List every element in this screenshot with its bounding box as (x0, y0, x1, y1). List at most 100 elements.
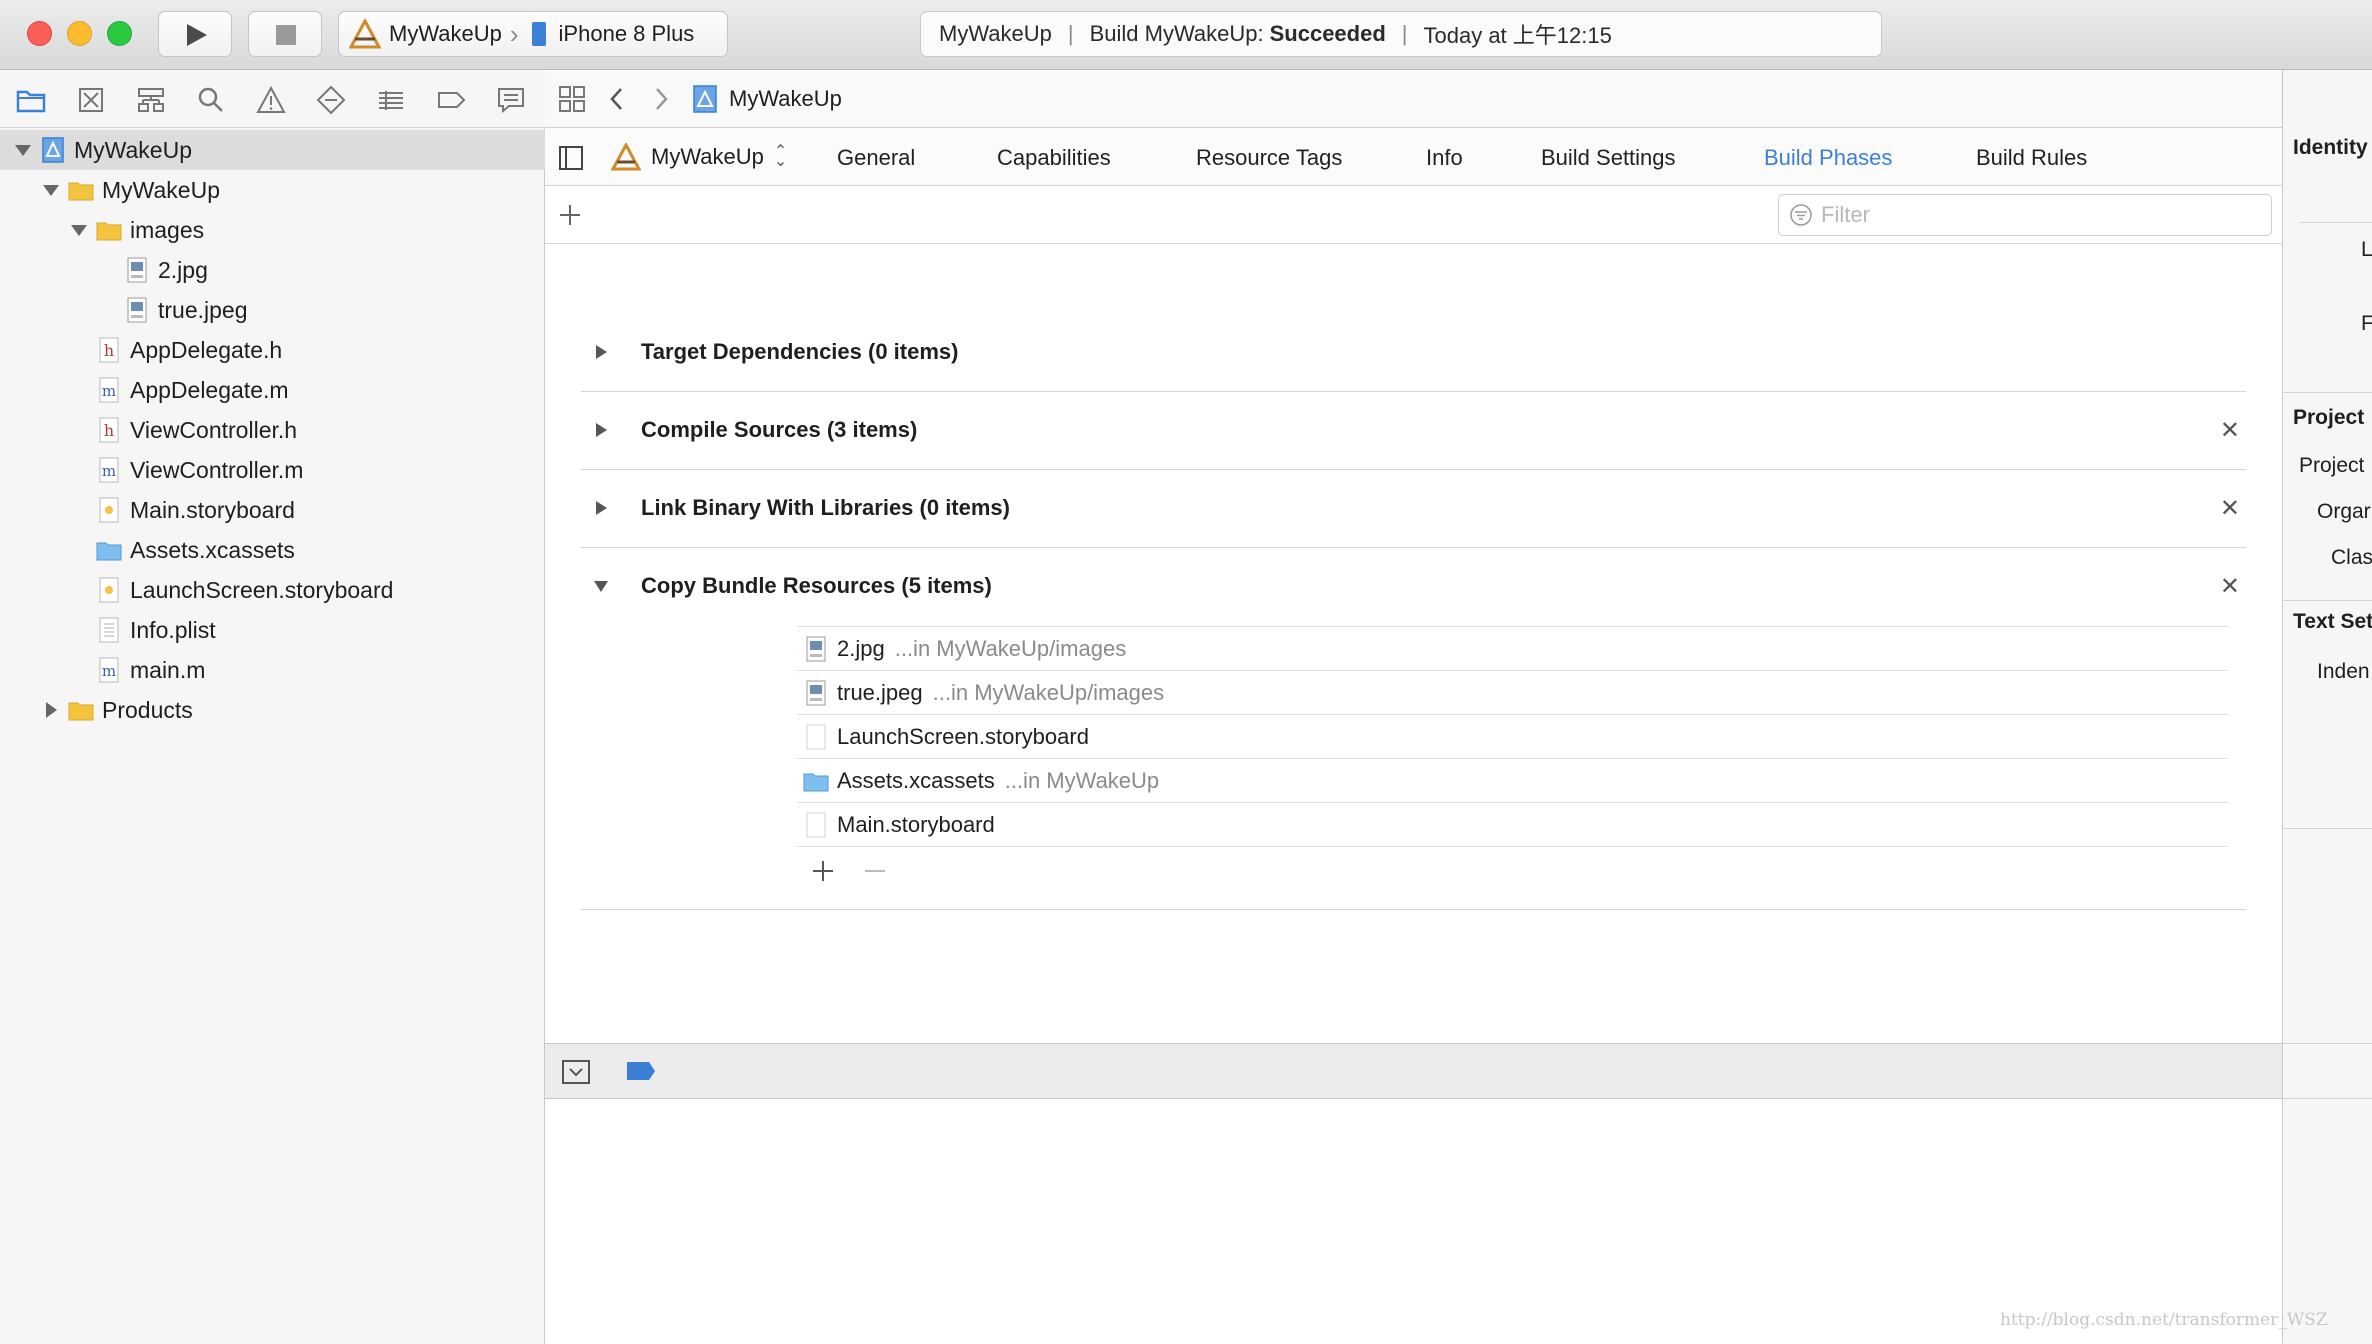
back-icon[interactable] (605, 84, 629, 114)
close-icon[interactable]: ✕ (2220, 572, 2240, 601)
close-icon[interactable]: ✕ (2220, 494, 2240, 523)
disclosure-closed-icon[interactable] (40, 699, 62, 721)
hide-debug-area-icon[interactable] (561, 1058, 591, 1086)
resource-row[interactable]: LaunchScreen.storyboard (797, 715, 2228, 759)
tab-resource-tags[interactable]: Resource Tags (1196, 145, 1342, 171)
close-window-button[interactable] (27, 21, 52, 46)
jump-bar: MyWakeUp (545, 70, 2282, 128)
hierarchy-icon[interactable] (135, 84, 167, 116)
phase-compile-sources[interactable]: Compile Sources (3 items) ✕ (581, 392, 2246, 470)
identity-header: Identity (2293, 136, 2368, 159)
activity-build-label: Build MyWakeUp: (1089, 21, 1264, 46)
phase-link-binary[interactable]: Link Binary With Libraries (0 items) ✕ (581, 470, 2246, 548)
scheme-target-label: MyWakeUp (389, 21, 502, 46)
breakpoints-toggle-icon[interactable] (625, 1060, 657, 1082)
device-icon (531, 22, 546, 46)
disclosure-open-icon[interactable] (40, 179, 62, 201)
tab-build-settings[interactable]: Build Settings (1541, 145, 1676, 171)
related-items-icon[interactable] (557, 84, 587, 114)
tree-item[interactable]: Info.plist (0, 610, 545, 650)
test-icon[interactable] (315, 84, 347, 116)
scheme-selector[interactable]: MyWakeUp › iPhone 8 Plus (338, 11, 728, 57)
tab-build-phases[interactable]: Build Phases (1764, 145, 1892, 171)
breakpoint-icon[interactable] (435, 84, 467, 116)
tree-item-label: Main.storyboard (130, 496, 295, 523)
target-selector[interactable]: MyWakeUp ⌃ ⌄ (611, 143, 787, 171)
phase-target-dependencies[interactable]: Target Dependencies (0 items) (581, 314, 2246, 392)
forward-icon[interactable] (649, 84, 673, 114)
resource-row[interactable]: Assets.xcassets ...in MyWakeUp (797, 759, 2228, 803)
tab-info[interactable]: Info (1426, 145, 1463, 171)
zoom-window-button[interactable] (107, 21, 132, 46)
tree-item[interactable]: h AppDelegate.h (0, 330, 545, 370)
jumpbar-title[interactable]: MyWakeUp (729, 86, 842, 112)
activity-time: Today at 上午12:15 (1423, 23, 1612, 48)
tree-item[interactable]: 2.jpg (0, 250, 545, 290)
stop-icon (276, 25, 296, 45)
tree-item[interactable]: MyWakeUp (0, 170, 545, 210)
disclosure-open-icon[interactable] (591, 576, 611, 596)
divider (2283, 828, 2372, 829)
tab-capabilities[interactable]: Capabilities (997, 145, 1111, 171)
tree-item[interactable]: images (0, 210, 545, 250)
m-file-icon: m (96, 377, 122, 403)
stop-button[interactable] (248, 11, 322, 57)
minimize-window-button[interactable] (67, 21, 92, 46)
tree-item[interactable]: Main.storyboard (0, 490, 545, 530)
tree-item-label: ViewController.m (130, 456, 304, 483)
resource-row[interactable]: true.jpeg ...in MyWakeUp/images (797, 671, 2228, 715)
disclosure-open-icon[interactable] (68, 219, 90, 241)
tab-build-rules[interactable]: Build Rules (1976, 145, 2087, 171)
resource-row[interactable]: Main.storyboard (797, 803, 2228, 847)
search-icon[interactable] (195, 84, 227, 116)
warning-icon[interactable] (255, 84, 287, 116)
phase-title: Target Dependencies (0 items) (641, 339, 959, 364)
tree-item-label: ViewController.h (130, 416, 298, 443)
close-icon[interactable]: ✕ (2220, 416, 2240, 445)
filter-field[interactable]: Filter (1778, 194, 2272, 236)
source-control-icon[interactable] (75, 84, 107, 116)
blank-file-icon (803, 812, 829, 838)
report-icon[interactable] (495, 84, 527, 116)
tree-item[interactable]: m AppDelegate.m (0, 370, 545, 410)
filter-placeholder: Filter (1821, 202, 1870, 227)
disclosure-open-icon[interactable] (12, 139, 34, 161)
svg-text:m: m (102, 382, 116, 400)
h-file-icon: h (96, 417, 122, 443)
remove-resource-icon[interactable] (862, 858, 888, 884)
divider (2283, 1043, 2372, 1044)
editor-area: MyWakeUp MyWakeUp ⌃ ⌄ General Capabilitie… (545, 70, 2282, 1344)
storyboard-file-icon (96, 577, 122, 603)
tree-item[interactable]: true.jpeg (0, 290, 545, 330)
tree-item[interactable]: m main.m (0, 650, 545, 690)
tree-item[interactable]: Assets.xcassets (0, 530, 545, 570)
debug-icon[interactable] (375, 84, 407, 116)
tree-item[interactable]: h ViewController.h (0, 410, 545, 450)
debug-bar (545, 1043, 2282, 1099)
tree-item[interactable]: LaunchScreen.storyboard (0, 570, 545, 610)
disclosure-closed-icon[interactable] (591, 498, 611, 518)
tree-item-label: MyWakeUp (74, 136, 192, 163)
resource-location: ...in MyWakeUp (1004, 767, 1160, 793)
h-file-icon: h (96, 337, 122, 363)
add-resource-icon[interactable] (810, 858, 836, 884)
folder-icon[interactable] (15, 84, 47, 116)
jpeg-file-icon (803, 680, 829, 706)
add-phase-icon[interactable] (557, 202, 583, 228)
chevron-right-icon: › (509, 18, 519, 49)
resource-row[interactable]: 2.jpg ...in MyWakeUp/images (797, 627, 2228, 671)
disclosure-closed-icon[interactable] (591, 342, 611, 362)
folder-file-icon (68, 177, 94, 203)
svg-text:h: h (104, 341, 114, 360)
run-button[interactable] (158, 11, 232, 57)
disclosure-closed-icon[interactable] (591, 420, 611, 440)
tab-general[interactable]: General (837, 145, 915, 171)
sidebar-toggle-icon[interactable] (558, 145, 584, 171)
tree-item[interactable]: m ViewController.m (0, 450, 545, 490)
tree-item[interactable]: MyWakeUp (0, 130, 545, 170)
blank-file-icon (803, 724, 829, 750)
utilities-inspector: Identity L F Project Project Orgar Clas … (2282, 70, 2372, 1344)
tree-item[interactable]: Products (0, 690, 545, 730)
